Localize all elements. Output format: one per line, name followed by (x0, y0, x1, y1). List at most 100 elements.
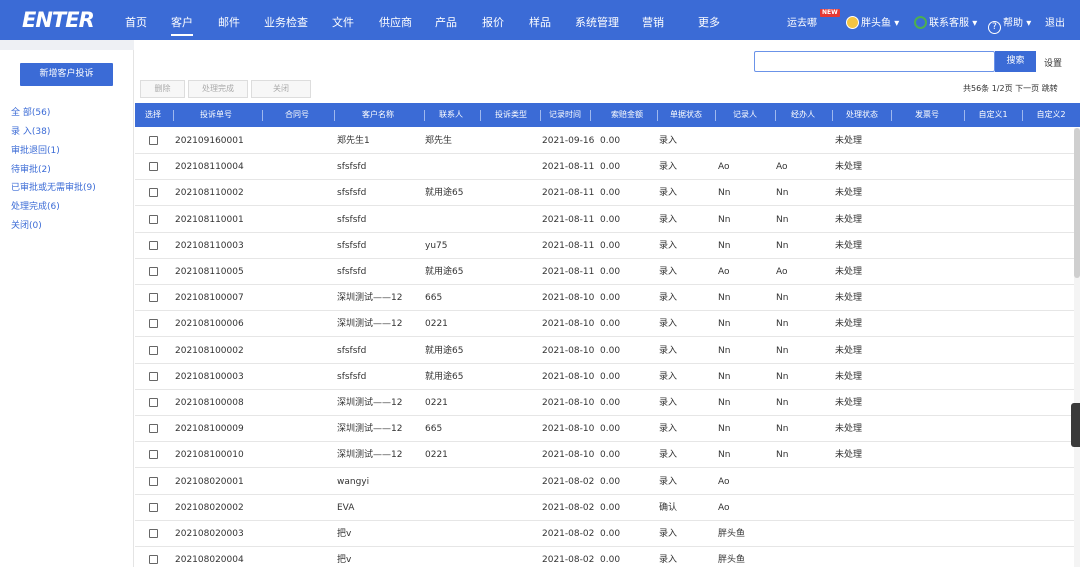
column-header[interactable]: 记录时间 (540, 103, 590, 127)
logout-link[interactable]: 退出 (1045, 14, 1065, 29)
column-header[interactable]: 选择 (135, 103, 171, 127)
table-row[interactable]: 202108100008 深圳测试——12 0221 2021-08-10 0.00 录入… (135, 390, 1080, 416)
column-header[interactable]: 投诉单号 (171, 103, 261, 127)
sidebar-item[interactable]: 待审批(2) (11, 162, 51, 175)
nav-item[interactable]: 邮件 (218, 14, 240, 30)
sidebar-item[interactable]: 审批退回(1) (11, 143, 60, 156)
help-menu[interactable]: ? 帮助 ▾ (988, 14, 1031, 34)
pager-next[interactable]: 下一页 (1015, 84, 1039, 93)
row-checkbox[interactable] (149, 450, 158, 460)
cell-time: 2021-08-10 (542, 345, 595, 356)
row-checkbox[interactable] (149, 502, 158, 512)
pager-jump[interactable]: 跳转 (1042, 84, 1058, 93)
cell-amount: 0.00 (600, 450, 621, 461)
column-header[interactable]: 单据状态 (658, 103, 714, 127)
cell-time: 2021-08-02 (542, 502, 595, 513)
complete-button[interactable]: 处理完成 (188, 80, 248, 98)
sidebar-item[interactable]: 录 入(38) (11, 124, 50, 137)
nav-item[interactable]: 更多 (698, 14, 720, 30)
row-checkbox[interactable] (149, 398, 158, 407)
yunqu-link[interactable]: 运去哪 (787, 14, 817, 29)
row-checkbox[interactable] (149, 214, 158, 224)
table-row[interactable]: 202108110002 sfsfsfd 就用途65 2021-08-11 0.00 录入… (135, 180, 1080, 207)
service-menu[interactable]: 联系客服 ▾ (914, 14, 977, 29)
cell-process: 未处理 (835, 162, 863, 173)
column-header[interactable]: 索赔金额 (599, 103, 655, 127)
column-header[interactable]: 合同号 (262, 103, 332, 127)
search-input[interactable] (754, 51, 995, 72)
cell-recorder: Nn (718, 424, 731, 435)
table-row[interactable]: 202108110004 sfsfsfd 2021-08-11 0.00 录入 Ao Ao 未… (135, 154, 1080, 181)
nav-item[interactable]: 供应商 (379, 14, 412, 30)
cell-no: 202108110001 (175, 214, 244, 225)
cell-amount: 0.00 (600, 502, 621, 513)
row-checkbox[interactable] (149, 555, 158, 565)
delete-button[interactable]: 删除 (140, 80, 185, 98)
app-logo[interactable]: ENTER (22, 8, 95, 32)
table-row[interactable]: 202108020003 把v 2021-08-02 0.00 录入 胖头鱼 (135, 521, 1080, 547)
table-row[interactable]: 202108110003 sfsfsfd yu75 2021-08-11 0.00 录入 N… (135, 233, 1080, 259)
column-header[interactable]: 自定义2 (1023, 103, 1079, 127)
column-header[interactable]: 记录人 (717, 103, 773, 127)
column-header[interactable]: 投诉类型 (481, 103, 541, 127)
table-row[interactable]: 202108110001 sfsfsfd 2021-08-11 0.00 录入 Nn Nn 未… (135, 207, 1080, 233)
sidebar-item[interactable]: 关闭(0) (11, 218, 42, 231)
nav-item[interactable]: 业务检查 (264, 14, 308, 30)
table-row[interactable]: 202108100006 深圳测试——12 0221 2021-08-10 0.00 录入… (135, 311, 1080, 338)
nav-item[interactable]: 营销 (642, 14, 664, 30)
close-button[interactable]: 关闭 (251, 80, 311, 98)
row-checkbox[interactable] (149, 267, 158, 276)
nav-item[interactable]: 客户 (171, 14, 193, 36)
cell-contact: 就用途65 (425, 345, 464, 356)
cell-status: 录入 (659, 398, 678, 408)
cell-no: 202108110003 (175, 240, 244, 251)
row-checkbox[interactable] (149, 424, 158, 434)
table-row[interactable]: 202108100010 深圳测试——12 0221 2021-08-10 0.00 录入… (135, 442, 1080, 469)
row-checkbox[interactable] (149, 476, 158, 486)
sidebar-item[interactable]: 全 部(56) (11, 105, 50, 118)
row-checkbox[interactable] (149, 136, 158, 145)
table-row[interactable]: 202108100003 sfsfsfd 就用途65 2021-08-10 0.00 录入… (135, 364, 1080, 390)
cell-no: 202108110002 (175, 188, 244, 199)
row-checkbox[interactable] (149, 240, 158, 250)
side-panel-handle[interactable] (1071, 403, 1080, 447)
row-checkbox[interactable] (149, 529, 158, 538)
column-header[interactable]: 处理状态 (834, 103, 890, 127)
nav-item[interactable]: 产品 (435, 14, 457, 30)
nav-item[interactable]: 报价 (482, 14, 504, 30)
column-divider (590, 110, 591, 121)
table-row[interactable]: 202108100009 深圳测试——12 665 2021-08-10 0.00 录入 N… (135, 416, 1080, 443)
column-divider (480, 110, 481, 121)
settings-link[interactable]: 设置 (1044, 56, 1062, 69)
column-header[interactable]: 经办人 (775, 103, 831, 127)
row-checkbox[interactable] (149, 345, 158, 355)
user-menu[interactable]: 胖头鱼 ▾ (846, 14, 899, 29)
row-checkbox[interactable] (149, 371, 158, 381)
table-row[interactable]: 202108020001 wangyi 2021-08-02 0.00 录入 Ao (135, 469, 1080, 495)
table-row[interactable]: 202108100007 深圳测试——12 665 2021-08-10 0.00 录入 N… (135, 285, 1080, 312)
row-checkbox[interactable] (149, 162, 158, 172)
table-row[interactable]: 202108020002 EVA 2021-08-02 0.00 确认 Ao (135, 495, 1080, 521)
table-row[interactable]: 202108110005 sfsfsfd 就用途65 2021-08-11 0.00 录入… (135, 259, 1080, 285)
table-row[interactable]: 202108100002 sfsfsfd 就用途65 2021-08-10 0.00 录入… (135, 338, 1080, 364)
cell-process: 未处理 (835, 136, 863, 146)
new-complaint-button[interactable]: 新增客户投诉 (20, 63, 113, 86)
row-checkbox[interactable] (149, 293, 158, 303)
column-header[interactable]: 联系人 (423, 103, 479, 127)
column-header[interactable]: 自定义1 (965, 103, 1021, 127)
nav-item[interactable]: 样品 (529, 14, 551, 30)
row-checkbox[interactable] (149, 319, 158, 329)
search-button[interactable]: 搜索 (995, 51, 1036, 72)
table-row[interactable]: 202108020004 把v 2021-08-02 0.00 录入 胖头鱼 (135, 547, 1080, 567)
column-header[interactable]: 发票号 (892, 103, 962, 127)
nav-item[interactable]: 文件 (332, 14, 354, 30)
sidebar-item[interactable]: 已审批或无需审批(9) (11, 180, 96, 193)
column-header[interactable]: 客户名称 (333, 103, 423, 127)
nav-item[interactable]: 首页 (125, 14, 147, 30)
scrollbar-thumb[interactable] (1074, 128, 1080, 278)
row-checkbox[interactable] (149, 188, 158, 198)
cell-handler: Ao (776, 162, 788, 173)
nav-item[interactable]: 系统管理 (575, 14, 619, 30)
sidebar-item[interactable]: 处理完成(6) (11, 199, 60, 212)
table-row[interactable]: 202109160001 郑先生1 郑先生 2021-09-16 0.00 录入 未处理 (135, 128, 1080, 154)
